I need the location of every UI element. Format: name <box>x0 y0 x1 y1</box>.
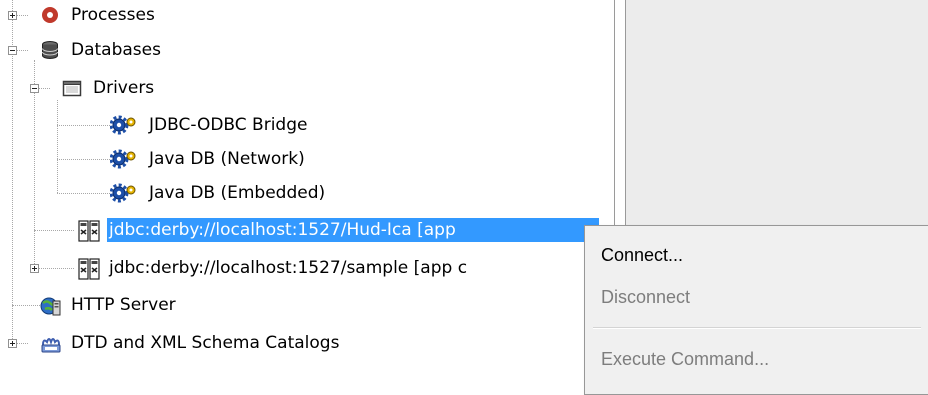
tree-connector <box>57 193 110 194</box>
db-connection-icon <box>78 220 100 242</box>
folder-icon <box>62 78 82 98</box>
processes-icon <box>40 5 60 25</box>
tree-node-label: HTTP Server <box>71 295 176 315</box>
tree-node-label: Java DB (Network) <box>149 149 305 169</box>
tree-node-processes[interactable]: Processes <box>40 1 157 29</box>
tree-node-label: Java DB (Embedded) <box>149 183 326 203</box>
tree-node-java-db-network[interactable]: Java DB (Network) <box>110 145 307 173</box>
tree-node-label: JDBC-ODBC Bridge <box>149 115 308 135</box>
xml-catalog-icon <box>40 333 61 353</box>
services-tree[interactable]: Processes Databases Drivers JDBC-ODBC Br… <box>0 0 614 383</box>
tree-node-dtd-xml-catalogs[interactable]: DTD and XML Schema Catalogs <box>40 329 341 357</box>
database-icon <box>40 40 60 60</box>
tree-connector <box>34 268 74 269</box>
tree-connector <box>57 100 58 193</box>
http-server-icon <box>40 295 61 316</box>
menu-item-disconnect: Disconnect <box>601 287 691 307</box>
tree-node-http-server[interactable]: HTTP Server <box>40 291 178 319</box>
tree-node-jdbc-odbc-bridge[interactable]: JDBC-ODBC Bridge <box>110 111 309 139</box>
context-menu: Connect... Disconnect Execute Command... <box>584 225 928 395</box>
tree-node-drivers[interactable]: Drivers <box>62 74 156 102</box>
tree-node-label: DTD and XML Schema Catalogs <box>71 333 340 353</box>
driver-gear-icon <box>110 115 136 135</box>
tree-connector <box>57 159 110 160</box>
expand-toggle-dtd-catalogs[interactable] <box>8 339 17 348</box>
tree-node-label: Databases <box>71 40 161 60</box>
driver-gear-icon <box>110 149 136 169</box>
tree-node-databases[interactable]: Databases <box>40 36 163 64</box>
tree-node-label: jdbc:derby://localhost:1527/Hud-Ica [app <box>107 218 599 242</box>
collapse-toggle-drivers[interactable] <box>30 84 39 93</box>
tree-node-hud-ica-connection[interactable]: jdbc:derby://localhost:1527/Hud-Ica [app <box>78 216 599 244</box>
expand-toggle-processes[interactable] <box>8 11 17 20</box>
driver-gear-icon <box>110 183 136 203</box>
tree-node-sample-connection[interactable]: jdbc:derby://localhost:1527/sample [app … <box>78 254 469 282</box>
tree-connector <box>57 125 110 126</box>
tree-connector <box>34 230 74 231</box>
tree-node-label: Drivers <box>93 78 155 98</box>
tree-node-java-db-embedded[interactable]: Java DB (Embedded) <box>110 179 327 207</box>
menu-item-connect[interactable]: Connect... <box>601 240 683 270</box>
db-connection-icon <box>78 258 100 280</box>
tree-node-label: Processes <box>71 5 155 25</box>
menu-item-execute-command: Execute Command... <box>601 349 770 369</box>
menu-separator <box>593 327 921 329</box>
expand-toggle-sample-connection[interactable] <box>30 264 39 273</box>
tree-connector <box>12 305 40 306</box>
collapse-toggle-databases[interactable] <box>8 46 17 55</box>
tree-node-label: jdbc:derby://localhost:1527/sample [app … <box>109 258 468 278</box>
